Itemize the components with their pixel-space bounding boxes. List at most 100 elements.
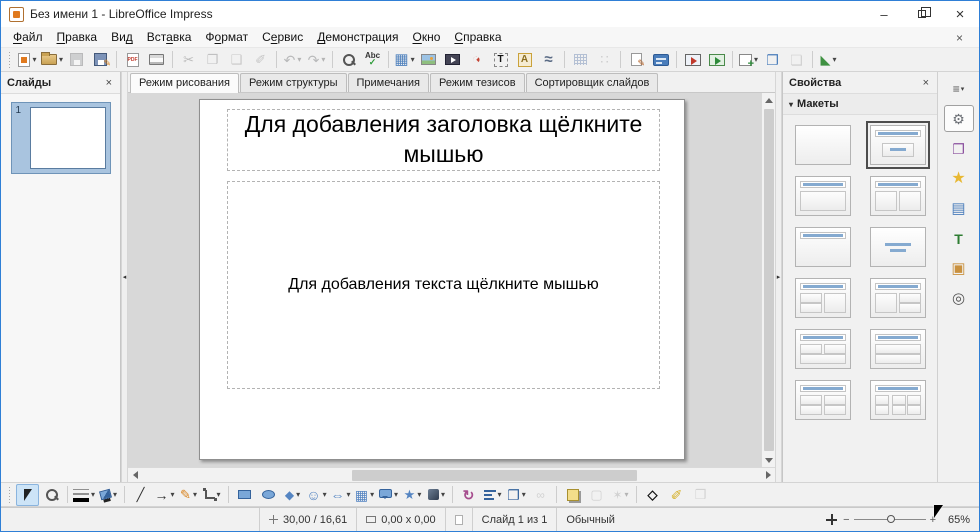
line-button[interactable] (129, 484, 152, 506)
navigator-button[interactable]: ◎ (944, 285, 974, 312)
layout-blank[interactable] (791, 121, 855, 169)
master-pages-button[interactable]: ▤ (944, 195, 974, 222)
points-button[interactable] (641, 484, 664, 506)
slide-layout-button[interactable] (817, 49, 840, 71)
crop-button[interactable] (585, 484, 608, 506)
scroll-down-button[interactable] (762, 453, 776, 467)
shadow-button[interactable] (561, 484, 584, 506)
copy-button[interactable] (201, 49, 224, 71)
close-button[interactable]: × (941, 1, 979, 27)
tab-slide-sorter[interactable]: Сортировщик слайдов (526, 73, 659, 92)
close-document-button[interactable]: × (946, 31, 973, 45)
layout-1l-2r[interactable] (866, 274, 930, 322)
minimize-button[interactable]: – (865, 1, 903, 27)
arrange-button[interactable] (505, 484, 528, 506)
sidebar-settings-button[interactable]: ≡ (944, 75, 974, 102)
zoom-slider[interactable]: − + (843, 514, 936, 526)
select-button[interactable] (16, 484, 39, 506)
layout-4c[interactable] (791, 376, 855, 424)
insert-text-box-button[interactable] (489, 49, 512, 71)
to-3d-button[interactable] (689, 484, 712, 506)
slides-panel-close-button[interactable]: × (104, 77, 114, 89)
tab-drawing-mode[interactable]: Режим рисования (130, 73, 239, 93)
cut-button[interactable] (177, 49, 200, 71)
slide-layout-name[interactable]: Обычный (556, 508, 820, 531)
new-presentation-button[interactable] (16, 49, 39, 71)
basic-shapes-button[interactable] (281, 484, 304, 506)
save-button[interactable] (65, 49, 88, 71)
callouts-button[interactable] (377, 484, 400, 506)
insert-hyperlink-button[interactable] (537, 49, 560, 71)
3d-objects-button[interactable] (425, 484, 448, 506)
layout-title-content[interactable] (791, 172, 855, 220)
distribute-button[interactable] (529, 484, 552, 506)
tab-handout-mode[interactable]: Режим тезисов (430, 73, 525, 92)
open-button[interactable] (40, 49, 64, 71)
fontwork-button[interactable] (513, 49, 536, 71)
symbol-shapes-button[interactable] (305, 484, 328, 506)
layout-2l-1r[interactable] (791, 274, 855, 322)
slideshow-current-button[interactable] (705, 49, 728, 71)
left-panel-splitter[interactable]: ◂ (121, 72, 128, 482)
menu-edit[interactable]: Правка (50, 28, 105, 46)
styles-button[interactable]: T (944, 225, 974, 252)
insert-table-button[interactable] (393, 49, 416, 71)
edit-mode-button[interactable] (625, 49, 648, 71)
ellipse-button[interactable] (257, 484, 280, 506)
line-style-button[interactable] (72, 484, 96, 506)
delete-slide-button[interactable] (785, 49, 808, 71)
horizontal-scrollbar[interactable] (128, 467, 775, 482)
layout-centered-text[interactable] (866, 223, 930, 271)
menu-slideshow[interactable]: Демонстрация (310, 28, 405, 46)
curve-button[interactable] (177, 484, 200, 506)
tab-outline-mode[interactable]: Режим структуры (240, 73, 347, 92)
animation-button[interactable]: ★ (944, 165, 974, 192)
redo-button[interactable] (305, 49, 328, 71)
menu-file[interactable]: Файл (6, 28, 50, 46)
zoom-level[interactable]: 65% (942, 514, 970, 526)
slide-canvas[interactable]: Для добавления заголовка щёлкните мышью … (199, 99, 685, 460)
menu-format[interactable]: Формат (198, 28, 255, 46)
glue-points-button[interactable] (593, 49, 616, 71)
start-slideshow-button[interactable] (681, 49, 704, 71)
glue-points-edit-button[interactable] (665, 484, 688, 506)
rectangle-button[interactable] (233, 484, 256, 506)
layout-2t-1b[interactable] (791, 325, 855, 373)
new-slide-button[interactable] (737, 49, 760, 71)
body-placeholder[interactable]: Для добавления текста щёлкните мышью (227, 181, 660, 389)
menu-view[interactable]: Вид (104, 28, 140, 46)
scroll-up-button[interactable] (762, 93, 776, 107)
filter-button[interactable] (609, 484, 632, 506)
zoom-slider-handle[interactable] (887, 515, 895, 523)
undo-button[interactable] (281, 49, 304, 71)
vertical-scrollbar[interactable] (761, 93, 775, 467)
block-arrows-button[interactable] (329, 484, 352, 506)
slide-thumbnail-1[interactable]: 1 (11, 102, 111, 174)
layout-1t-1b[interactable] (866, 325, 930, 373)
restore-button[interactable] (903, 1, 941, 27)
layout-6c[interactable] (866, 376, 930, 424)
properties-button[interactable]: ⚙ (944, 105, 974, 132)
rotate-button[interactable] (457, 484, 480, 506)
tab-notes[interactable]: Примечания (348, 73, 430, 92)
duplicate-slide-button[interactable] (761, 49, 784, 71)
zoom-tool-button[interactable] (40, 484, 63, 506)
fit-slide-button[interactable] (826, 514, 837, 525)
menu-tools[interactable]: Сервис (255, 28, 310, 46)
fill-color-button[interactable] (97, 484, 120, 506)
align-button[interactable] (481, 484, 504, 506)
layout-title-only[interactable] (791, 223, 855, 271)
connector-button[interactable] (201, 484, 224, 506)
spelling-button[interactable] (361, 49, 384, 71)
scroll-left-button[interactable] (128, 468, 142, 482)
layouts-section-header[interactable]: Макеты (783, 93, 937, 115)
toolbar-grip[interactable] (7, 52, 12, 68)
menu-help[interactable]: Справка (447, 28, 508, 46)
gallery-button[interactable]: ▣ (944, 255, 974, 282)
insert-image-button[interactable] (417, 49, 440, 71)
paste-button[interactable] (225, 49, 248, 71)
right-panel-splitter[interactable]: ▸ (775, 72, 782, 482)
title-placeholder[interactable]: Для добавления заголовка щёлкните мышью (227, 109, 660, 171)
horizontal-scroll-thumb[interactable] (352, 470, 637, 481)
zoom-out-button[interactable]: − (843, 514, 849, 526)
